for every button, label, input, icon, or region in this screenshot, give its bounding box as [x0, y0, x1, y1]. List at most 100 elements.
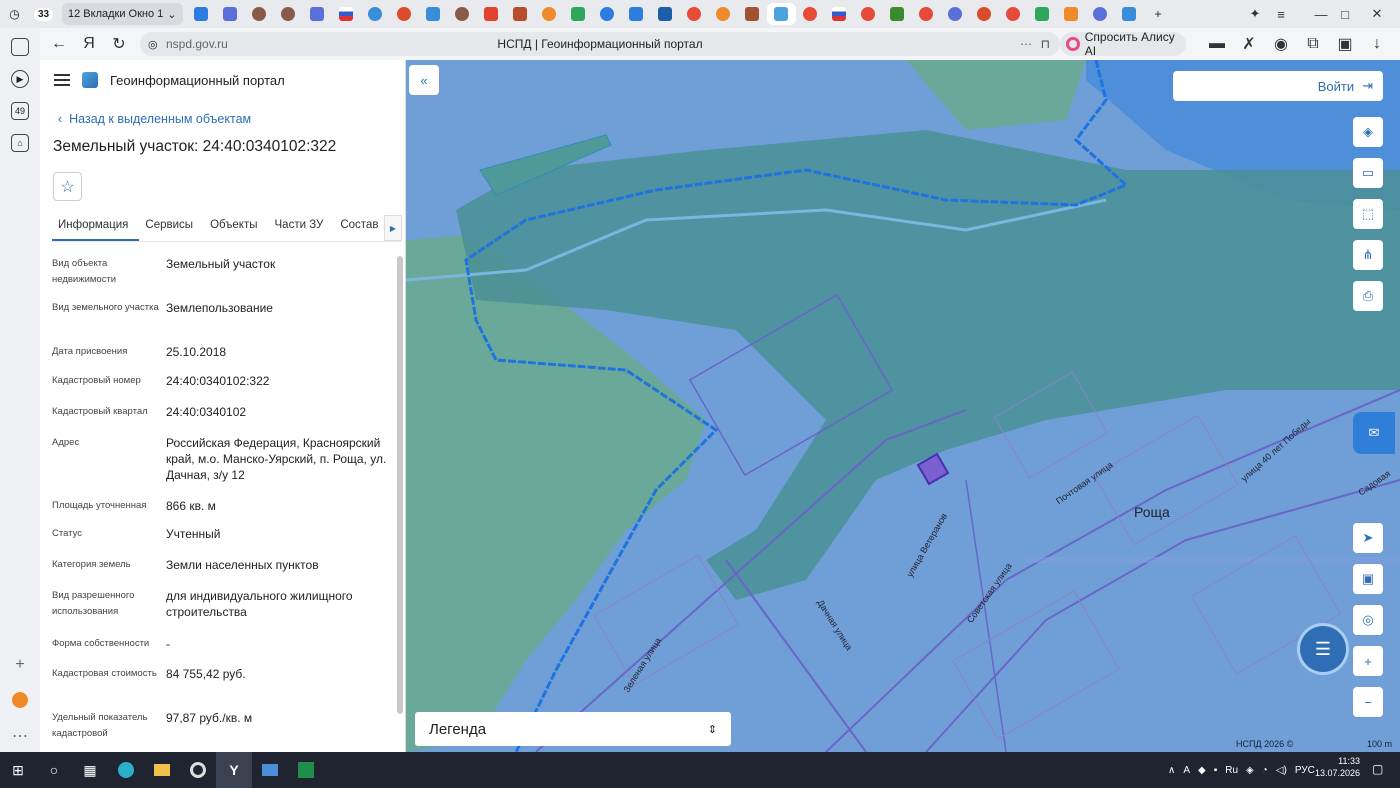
browser-tab[interactable]	[1086, 3, 1115, 25]
locate-button[interactable]: ➤	[1353, 523, 1383, 553]
browser-tab[interactable]	[245, 3, 274, 25]
share-button[interactable]: ⋔	[1353, 240, 1383, 270]
browser-tab[interactable]	[274, 3, 303, 25]
browser-tab-active[interactable]	[766, 3, 796, 25]
excel-icon[interactable]	[288, 752, 324, 788]
browser-tab[interactable]	[651, 3, 680, 25]
more-icon[interactable]: ⋯	[1020, 37, 1032, 51]
extension-icon[interactable]: ⧉	[1298, 29, 1328, 59]
browser-tab[interactable]	[332, 3, 361, 25]
browser-tab[interactable]	[593, 3, 622, 25]
network-icon[interactable]: ◔	[1262, 765, 1268, 776]
support-widget-button[interactable]: ✉	[1353, 412, 1395, 454]
edge-icon[interactable]	[108, 752, 144, 788]
download-icon[interactable]: ↓	[1362, 29, 1392, 59]
tab-parts[interactable]: Части ЗУ	[269, 212, 335, 241]
browser-tab[interactable]	[622, 3, 651, 25]
browser-tab[interactable]	[390, 3, 419, 25]
browser-tab[interactable]	[303, 3, 332, 25]
more-icon[interactable]: ⋯	[12, 726, 28, 746]
panel-scrollbar[interactable]	[397, 256, 403, 714]
notification-icon[interactable]: ▢	[1372, 762, 1383, 776]
browser-tab[interactable]	[1028, 3, 1057, 25]
extension-icon[interactable]: ✗	[1234, 29, 1264, 59]
browser-tab[interactable]	[506, 3, 535, 25]
location-search-button[interactable]: ◎	[1353, 605, 1383, 635]
task-view-icon[interactable]: ▦	[72, 752, 108, 788]
collections-icon[interactable]	[11, 38, 29, 56]
search-icon[interactable]: ○	[36, 752, 72, 788]
browser-tab[interactable]	[1057, 3, 1086, 25]
tab-group[interactable]: 12 Вкладки Окно 1 ⌄	[62, 3, 183, 25]
browser-tab[interactable]	[187, 3, 216, 25]
app-icon[interactable]	[252, 752, 288, 788]
login-button[interactable]: Войти ⇥	[1173, 71, 1383, 101]
start-icon[interactable]: ⊞	[0, 752, 36, 788]
browser-tab[interactable]	[912, 3, 941, 25]
browser-tab[interactable]	[419, 3, 448, 25]
tab-count-badge[interactable]: 33	[29, 3, 58, 25]
app-icon[interactable]	[180, 752, 216, 788]
language-indicator[interactable]: РУС	[1295, 765, 1315, 776]
tray-app-icon[interactable]: Ru	[1225, 765, 1238, 776]
browser-tab[interactable]	[535, 3, 564, 25]
extension-icon[interactable]: ▣	[1330, 29, 1360, 59]
clock[interactable]: 11:33 13.07.2026	[1315, 755, 1360, 779]
back-link[interactable]: ‹ Назад к выделенным объектам	[58, 112, 405, 126]
browser-tab[interactable]	[825, 3, 854, 25]
tray-app-icon[interactable]: ◆	[1198, 765, 1206, 776]
badge-icon[interactable]: 49	[11, 102, 29, 120]
map-canvas[interactable]: « Войти ⇥ ◈ ▭ ⬚ ⋔ ⎙ ✉ ➤ ▣ ◎ + − ☰ Роща Зе…	[406, 60, 1400, 752]
reload-icon[interactable]: ↻	[104, 29, 134, 59]
close-icon[interactable]: ✕	[1354, 0, 1400, 28]
browser-tab[interactable]	[564, 3, 593, 25]
play-icon[interactable]: ▶	[11, 70, 29, 88]
extension-icon[interactable]: ▬	[1202, 29, 1232, 59]
new-tab-icon[interactable]: +	[1144, 3, 1173, 25]
bookmark-icon[interactable]: ⊓	[1041, 37, 1050, 51]
browser-tab[interactable]	[709, 3, 738, 25]
menu-icon[interactable]	[54, 74, 70, 86]
screenshot-icon[interactable]: ⌂	[11, 134, 29, 152]
select-area-button[interactable]: ⬚	[1353, 199, 1383, 229]
browser-tab[interactable]	[680, 3, 709, 25]
print-button[interactable]: ⎙	[1353, 281, 1383, 311]
yandex-icon[interactable]: Я	[74, 29, 104, 59]
alice-button[interactable]: Спросить Алису AI	[1060, 30, 1186, 58]
tray-app-icon[interactable]: A	[1183, 765, 1190, 776]
add-icon[interactable]: +	[15, 656, 24, 674]
browser-tab[interactable]	[1115, 3, 1144, 25]
browser-tab[interactable]	[883, 3, 912, 25]
tabs-next-icon[interactable]: ▶	[384, 215, 402, 241]
browser-tab[interactable]	[970, 3, 999, 25]
history-icon[interactable]: ◷	[0, 3, 29, 25]
legend-dropdown[interactable]: Легенда ⇕	[415, 712, 731, 746]
tab-composition[interactable]: Состав	[334, 212, 389, 241]
layers-button[interactable]: ◈	[1353, 117, 1383, 147]
measure-button[interactable]: ▭	[1353, 158, 1383, 188]
browser-tab[interactable]	[448, 3, 477, 25]
browser-tab[interactable]	[854, 3, 883, 25]
tab-information[interactable]: Информация	[52, 212, 140, 241]
browser-tab[interactable]	[941, 3, 970, 25]
tray-app-icon[interactable]: ▪	[1214, 765, 1218, 776]
chat-button[interactable]: ☰	[1300, 626, 1346, 672]
tab-services[interactable]: Сервисы	[139, 212, 204, 241]
volume-icon[interactable]: ◁)	[1276, 765, 1287, 776]
browser-tab[interactable]	[796, 3, 825, 25]
yandex-browser-icon[interactable]: Y	[216, 752, 252, 788]
browser-tab[interactable]	[361, 3, 390, 25]
back-arrow-icon[interactable]: ←	[44, 29, 74, 59]
app-icon[interactable]	[12, 692, 28, 708]
favorite-star-button[interactable]: ☆	[53, 172, 82, 201]
collapse-panel-button[interactable]: «	[409, 65, 439, 95]
minimap-button[interactable]: ▣	[1353, 564, 1383, 594]
tray-app-icon[interactable]: ◈	[1246, 765, 1254, 776]
browser-tab[interactable]	[477, 3, 506, 25]
extension-icon[interactable]: ◉	[1266, 29, 1296, 59]
browser-tab[interactable]	[738, 3, 767, 25]
chevron-up-icon[interactable]: ∧	[1168, 765, 1175, 776]
zoom-out-button[interactable]: −	[1353, 687, 1383, 717]
tab-objects[interactable]: Объекты	[204, 212, 268, 241]
browser-tab[interactable]	[216, 3, 245, 25]
